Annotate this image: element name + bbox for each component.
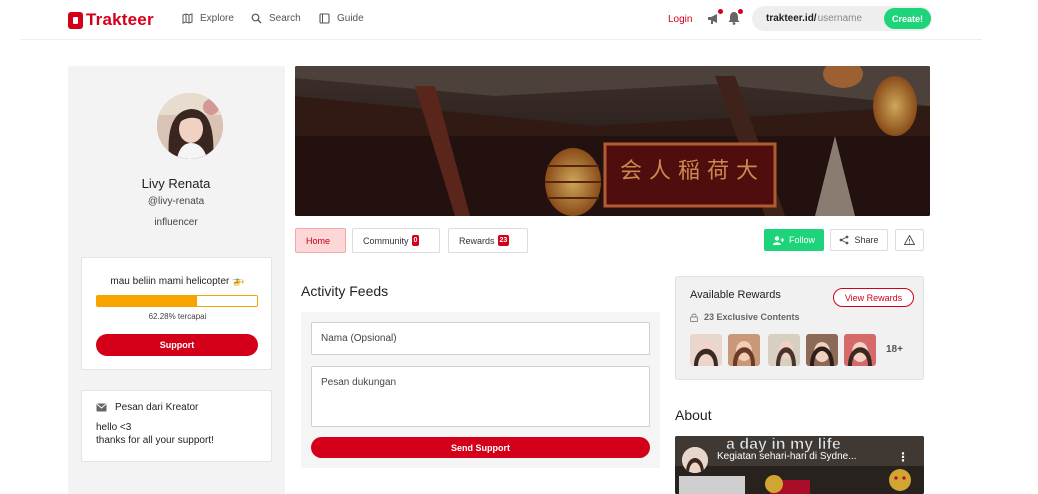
support-form: Nama (Opsional) Pesan dukungan Send Supp… bbox=[301, 312, 660, 468]
warning-icon bbox=[904, 235, 915, 245]
url-domain: trakteer.id/ bbox=[766, 13, 817, 24]
navbar-divider bbox=[20, 39, 982, 40]
goal-card: mau beliin mami helicopter 🚁 62.28% terc… bbox=[81, 257, 272, 370]
nav-guide[interactable]: Guide bbox=[319, 13, 364, 24]
about-title: About bbox=[675, 407, 712, 423]
support-message-field[interactable]: Pesan dukungan bbox=[311, 366, 650, 427]
follow-button[interactable]: Follow bbox=[764, 229, 824, 251]
tab-rewards-label: Rewards bbox=[459, 235, 495, 246]
create-button[interactable]: Create! bbox=[884, 8, 931, 29]
tab-home-label: Home bbox=[306, 235, 331, 246]
reward-thumbnail[interactable] bbox=[768, 334, 800, 366]
more-rewards-count: 18+ bbox=[886, 344, 903, 355]
tab-community-label: Community bbox=[363, 235, 409, 246]
support-button[interactable]: Support bbox=[96, 334, 258, 356]
creator-message-line: thanks for all your support! bbox=[96, 435, 214, 446]
exclusive-contents-text: 23 Exclusive Contents bbox=[704, 312, 800, 322]
creator-message-card: Pesan dari Kreator hello <3 thanks for a… bbox=[81, 390, 272, 462]
creator-message-line: hello <3 bbox=[96, 422, 132, 433]
user-plus-icon bbox=[772, 235, 784, 245]
profile-card: Livy Renata @livy-renata influencer bbox=[81, 66, 271, 242]
creator-category: influencer bbox=[154, 217, 198, 228]
rewards-count-badge: 23 bbox=[497, 235, 510, 246]
top-navbar: Trakteer Explore Search Guide Login trak… bbox=[0, 0, 1038, 40]
map-icon bbox=[182, 13, 193, 24]
tab-rewards[interactable]: Rewards 23 bbox=[448, 228, 528, 253]
name-placeholder: Nama (Opsional) bbox=[321, 333, 397, 344]
notification-dot bbox=[738, 9, 743, 14]
username-placeholder[interactable]: username bbox=[818, 13, 862, 24]
nav-explore-label: Explore bbox=[200, 13, 234, 24]
video-channel-avatar bbox=[682, 447, 708, 473]
report-button[interactable] bbox=[895, 229, 924, 251]
exclusive-contents-label: 23 Exclusive Contents bbox=[690, 312, 800, 322]
view-rewards-button[interactable]: View Rewards bbox=[833, 288, 914, 307]
share-icon bbox=[839, 235, 849, 245]
goal-title: mau beliin mami helicopter 🚁 bbox=[110, 276, 245, 287]
nav-search-label: Search bbox=[269, 13, 301, 24]
kebab-menu-icon[interactable]: ⋮ bbox=[897, 450, 909, 464]
follow-label: Follow bbox=[788, 235, 815, 245]
trakteer-logo[interactable]: Trakteer bbox=[68, 10, 154, 30]
nav-guide-label: Guide bbox=[337, 13, 364, 24]
search-icon bbox=[251, 13, 262, 24]
share-label: Share bbox=[854, 235, 879, 245]
video-title: Kegiatan sehari-hari di Sydne... bbox=[717, 451, 857, 462]
tab-home[interactable]: Home bbox=[295, 228, 346, 253]
goal-progress-fill bbox=[97, 296, 197, 306]
reward-thumbnail[interactable] bbox=[690, 334, 722, 366]
megaphone-icon[interactable] bbox=[707, 9, 723, 25]
creator-sidebar: Livy Renata @livy-renata influencer mau … bbox=[68, 66, 285, 494]
about-video-embed[interactable]: a day in my life Kegiatan sehari-hari di… bbox=[675, 436, 924, 494]
nav-explore[interactable]: Explore bbox=[182, 13, 234, 24]
reward-thumbnail[interactable] bbox=[728, 334, 760, 366]
available-rewards-card: Available Rewards View Rewards 23 Exclus… bbox=[675, 276, 924, 380]
community-count-badge: 0 bbox=[411, 235, 420, 246]
creator-message-header: Pesan dari Kreator bbox=[96, 402, 198, 413]
login-link[interactable]: Login bbox=[668, 14, 692, 25]
available-rewards-title: Available Rewards bbox=[690, 289, 781, 301]
nav-search[interactable]: Search bbox=[251, 13, 301, 24]
send-support-button[interactable]: Send Support bbox=[311, 437, 650, 458]
lock-icon bbox=[690, 313, 698, 322]
creator-name: Livy Renata bbox=[141, 176, 211, 191]
notification-dot bbox=[718, 9, 723, 14]
reward-thumbnail[interactable] bbox=[844, 334, 876, 366]
cover-image: 会 人 稲 荷 大 bbox=[295, 66, 930, 216]
share-button[interactable]: Share bbox=[830, 229, 888, 251]
tab-community[interactable]: Community 0 bbox=[352, 228, 440, 253]
support-message-placeholder: Pesan dukungan bbox=[321, 377, 397, 388]
name-field[interactable]: Nama (Opsional) bbox=[311, 322, 650, 355]
goal-progress-text: 62.28% tercapai bbox=[148, 312, 207, 321]
brand-name: Trakteer bbox=[86, 10, 154, 29]
trakteer-logo-icon bbox=[68, 11, 83, 29]
avatar bbox=[157, 93, 223, 159]
mail-icon bbox=[96, 403, 107, 412]
activity-feeds-title: Activity Feeds bbox=[301, 283, 389, 299]
reward-thumbnail[interactable] bbox=[806, 334, 838, 366]
creator-message-title: Pesan dari Kreator bbox=[115, 402, 199, 413]
bell-icon[interactable] bbox=[727, 9, 743, 25]
book-icon bbox=[319, 13, 330, 24]
creator-handle: @livy-renata bbox=[147, 196, 205, 207]
goal-progress-bar bbox=[96, 295, 258, 307]
